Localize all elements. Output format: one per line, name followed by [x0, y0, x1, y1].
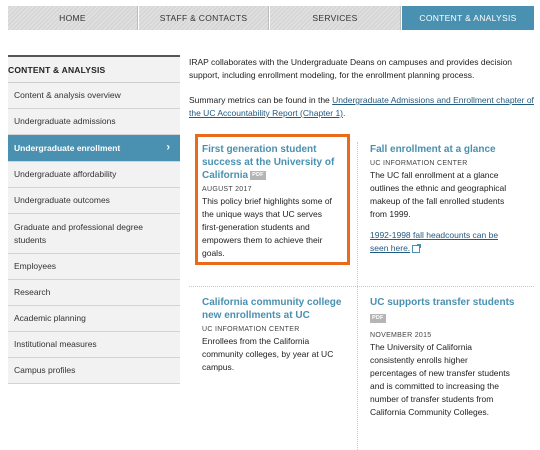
sidebar-item-undergraduate-affordability[interactable]: Undergraduate affordability	[8, 162, 180, 188]
sidebar-item-research[interactable]: Research	[8, 280, 180, 306]
sidebar-item-label: Graduate and professional degree student…	[14, 221, 144, 245]
card-meta: UC INFORMATION CENTER	[370, 160, 468, 167]
sidebar-item-campus-profiles[interactable]: Campus profiles	[8, 358, 180, 384]
sidebar-item-label: Undergraduate affordability	[14, 169, 117, 179]
sidebar-item-label: Employees	[14, 261, 57, 271]
sidebar: CONTENT & ANALYSIS Content & analysis ov…	[8, 55, 180, 384]
tab-staff-contacts[interactable]: STAFF & CONTACTS	[139, 6, 269, 30]
card-title-link[interactable]: Fall enrollment at a glance	[370, 143, 510, 156]
card-first-generation: First generation student success at the …	[202, 143, 340, 260]
card-meta: AUGUST 2017	[202, 186, 252, 193]
summary-paragraph: Summary metrics can be found in the Unde…	[189, 94, 534, 120]
tab-content-analysis[interactable]: CONTENT & ANALYSIS	[402, 6, 534, 30]
card-fall-enrollment: Fall enrollment at a glance UC INFORMATI…	[370, 143, 510, 255]
column-divider	[357, 142, 358, 450]
pdf-badge: PDF	[250, 170, 266, 180]
sidebar-item-label: Undergraduate outcomes	[14, 195, 110, 205]
card-meta: UC INFORMATION CENTER	[202, 326, 300, 333]
summary-suffix: .	[343, 108, 346, 118]
card-description: The UC fall enrollment at a glance outli…	[370, 170, 507, 219]
summary-prefix: Summary metrics can be found in the	[189, 95, 333, 105]
card-description: The University of California consistentl…	[370, 342, 510, 417]
sidebar-heading: CONTENT & ANALYSIS	[8, 55, 180, 83]
tab-services[interactable]: SERVICES	[270, 6, 401, 30]
card-meta: NOVEMBER 2015	[370, 332, 432, 339]
pdf-badge-row: PDF	[370, 310, 532, 328]
card-transfer-students: UC supports transfer students PDF NOVEMB…	[370, 296, 532, 419]
card-title-link[interactable]: California community college new enrollm…	[202, 296, 352, 322]
chevron-right-icon: ›	[166, 141, 170, 154]
fall-headcounts-link-wrapper: 1992-1998 fall headcounts can be seen he…	[370, 229, 510, 255]
sidebar-item-label: Campus profiles	[14, 365, 76, 375]
external-link-icon	[412, 243, 422, 253]
card-title-link[interactable]: First generation student success at the …	[202, 143, 340, 182]
card-title-text[interactable]: First generation student success at the …	[202, 144, 334, 181]
sidebar-item-label: Academic planning	[14, 313, 86, 323]
sidebar-item-undergraduate-enrollment[interactable]: Undergraduate enrollment ›	[8, 135, 180, 162]
fall-headcounts-link[interactable]: 1992-1998 fall headcounts can be seen he…	[370, 230, 498, 253]
card-community-college: California community college new enrollm…	[202, 296, 352, 374]
sidebar-item-label: Institutional measures	[14, 339, 97, 349]
sidebar-item-label: Undergraduate admissions	[14, 116, 116, 126]
sidebar-item-undergraduate-outcomes[interactable]: Undergraduate outcomes	[8, 188, 180, 214]
intro-paragraph: IRAP collaborates with the Undergraduate…	[189, 57, 513, 80]
card-title-link[interactable]: UC supports transfer students	[370, 296, 532, 309]
sidebar-item-undergraduate-admissions[interactable]: Undergraduate admissions	[8, 109, 180, 135]
sidebar-item-graduate-professional-students[interactable]: Graduate and professional degree student…	[8, 214, 180, 254]
row-divider	[189, 286, 534, 287]
card-description: Enrollees from the California community …	[202, 336, 334, 372]
sidebar-item-employees[interactable]: Employees	[8, 254, 180, 280]
main-content: IRAP collaborates with the Undergraduate…	[189, 56, 534, 132]
sidebar-item-institutional-measures[interactable]: Institutional measures	[8, 332, 180, 358]
sidebar-item-label: Research	[14, 287, 51, 297]
sidebar-item-label: Content & analysis overview	[14, 90, 121, 100]
pdf-badge: PDF	[370, 314, 386, 324]
card-description: This policy brief highlights some of the…	[202, 196, 332, 258]
top-navigation: HOME STAFF & CONTACTS SERVICES CONTENT &…	[0, 0, 540, 36]
sidebar-item-label: Undergraduate enrollment	[14, 142, 121, 153]
sidebar-item-academic-planning[interactable]: Academic planning	[8, 306, 180, 332]
tab-home[interactable]: HOME	[8, 6, 138, 30]
card-grid: First generation student success at the …	[189, 134, 534, 450]
sidebar-item-content-analysis-overview[interactable]: Content & analysis overview	[8, 83, 180, 109]
